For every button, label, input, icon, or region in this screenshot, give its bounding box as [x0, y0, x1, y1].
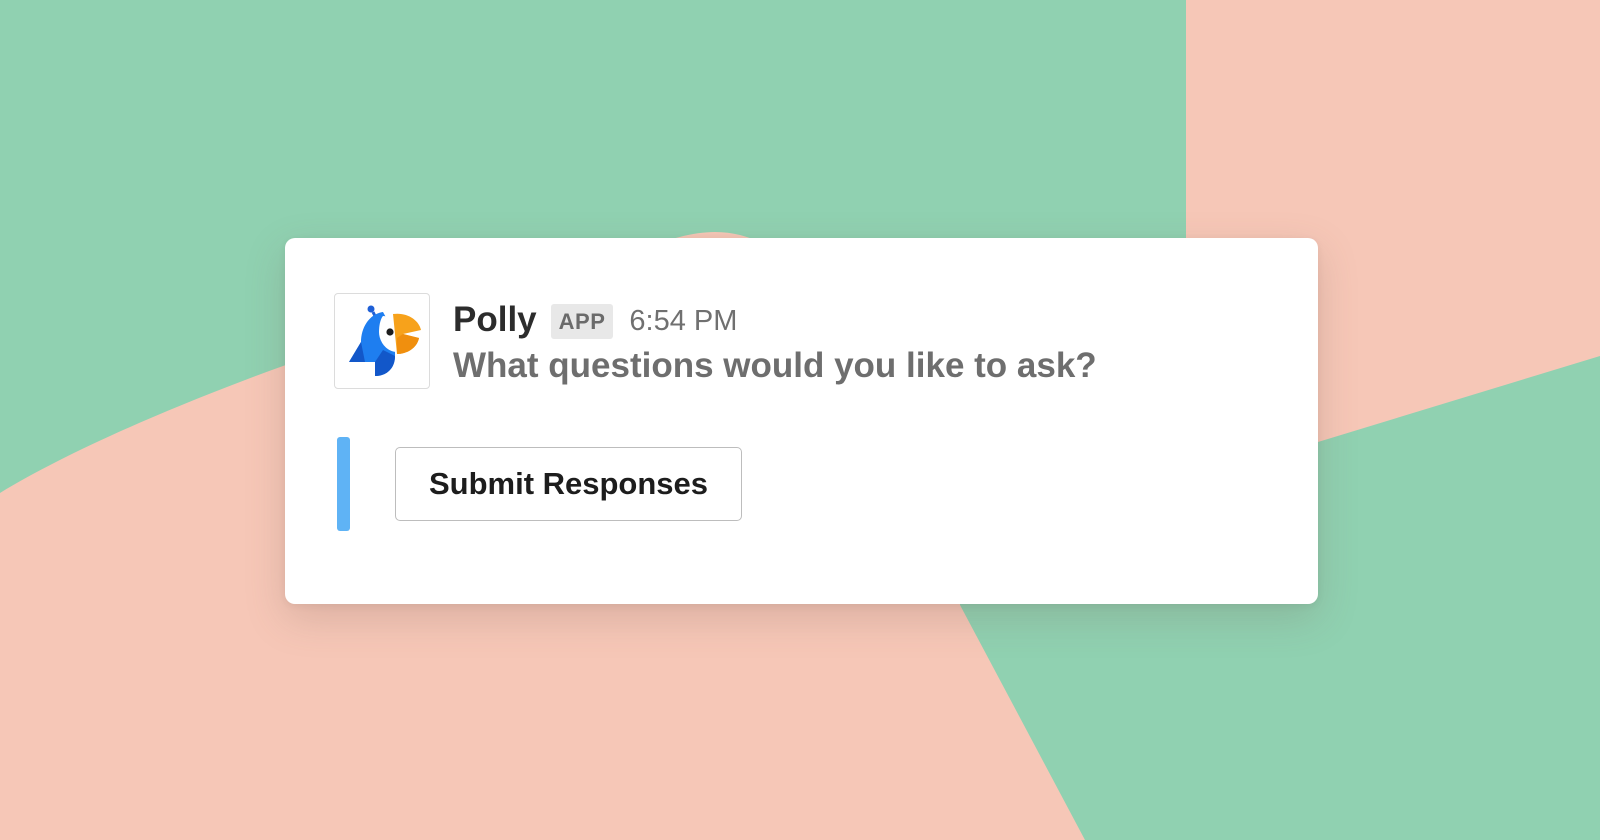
submit-responses-button[interactable]: Submit Responses [395, 447, 742, 521]
page-canvas: Polly APP 6:54 PM What questions would y… [0, 0, 1600, 840]
attachment-accent-bar [337, 437, 350, 531]
sender-name[interactable]: Polly [453, 300, 537, 340]
app-badge: APP [550, 303, 614, 339]
message-timestamp[interactable]: 6:54 PM [629, 305, 737, 338]
polly-avatar[interactable] [334, 293, 430, 389]
message-card: Polly APP 6:54 PM What questions would y… [285, 238, 1318, 604]
message-header: Polly APP 6:54 PM [453, 298, 737, 342]
message-text: What questions would you like to ask? [453, 346, 1097, 385]
polly-parrot-icon [349, 305, 421, 376]
